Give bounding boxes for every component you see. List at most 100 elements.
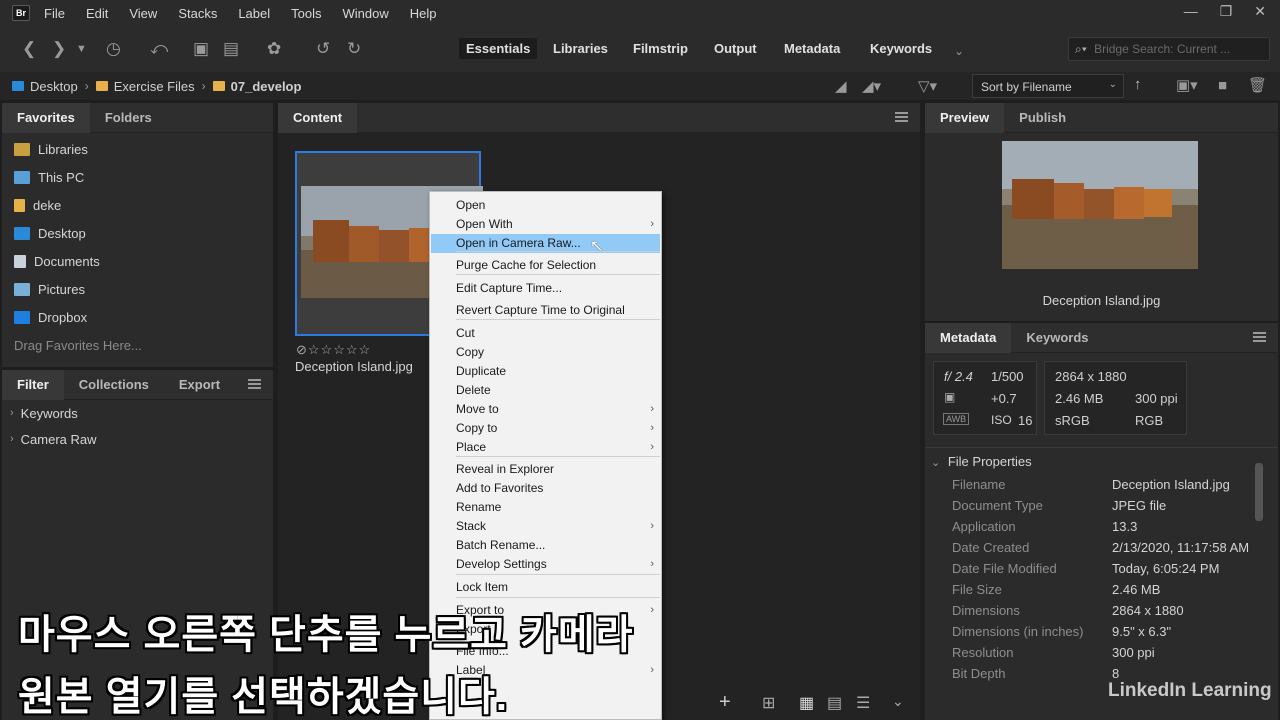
- menu-window[interactable]: Window: [343, 6, 389, 21]
- boomerang-icon[interactable]: ⤺: [150, 39, 168, 59]
- panel-menu-icon[interactable]: [895, 112, 908, 122]
- tab-folders[interactable]: Folders: [90, 103, 167, 133]
- tab-export[interactable]: Export: [164, 370, 235, 400]
- favorites-panel: Favorites Folders Libraries This PC deke…: [2, 102, 273, 367]
- sort-dropdown[interactable]: Sort by Filename ⌄: [972, 74, 1124, 98]
- submenu-arrow-icon: ›: [650, 218, 654, 230]
- menu-stacks[interactable]: Stacks: [178, 6, 217, 21]
- zoom-in-icon[interactable]: +: [719, 691, 731, 714]
- context-menu-item[interactable]: Copy: [431, 343, 660, 362]
- context-menu-item[interactable]: Move to ›: [431, 400, 660, 419]
- tab-keywords[interactable]: Keywords: [1011, 323, 1103, 353]
- breadcrumb-07-develop[interactable]: 07_develop: [212, 79, 301, 94]
- file-properties-header[interactable]: ⌄ File Properties: [931, 454, 1032, 469]
- context-menu-item[interactable]: Reveal in Explorer: [431, 460, 660, 479]
- favorite-libraries[interactable]: Libraries: [2, 135, 273, 163]
- tab-content[interactable]: Content: [278, 102, 358, 133]
- favorite-documents[interactable]: Documents: [2, 247, 273, 275]
- tab-favorites[interactable]: Favorites: [2, 102, 90, 133]
- context-menu-item[interactable]: Edit Capture Time...: [431, 279, 660, 298]
- panel-menu-icon[interactable]: [248, 379, 261, 389]
- restore-icon[interactable]: ❐: [1220, 3, 1233, 20]
- tab-collections[interactable]: Collections: [64, 370, 164, 400]
- tab-publish[interactable]: Publish: [1004, 103, 1081, 133]
- panel-menu-icon[interactable]: [1253, 332, 1266, 342]
- context-menu-item[interactable]: Stack ›: [431, 517, 660, 536]
- context-menu-separator: [456, 456, 660, 457]
- favorite-dropbox[interactable]: Dropbox: [2, 303, 273, 331]
- submenu-arrow-icon: ›: [650, 664, 654, 676]
- thumbnail-quality-icon[interactable]: ◢▾: [862, 77, 881, 95]
- tab-filter[interactable]: Filter: [2, 369, 64, 400]
- menu-help[interactable]: Help: [410, 6, 437, 21]
- refine-icon[interactable]: ▤: [223, 39, 239, 59]
- workspace-libraries[interactable]: Libraries: [553, 41, 608, 56]
- favorite-pictures[interactable]: Pictures: [2, 275, 273, 303]
- tab-preview[interactable]: Preview: [925, 102, 1005, 133]
- property-value: 300 ppi: [1112, 645, 1155, 660]
- filter-keywords[interactable]: › Keywords: [2, 400, 273, 426]
- new-folder-icon[interactable]: ■: [1218, 77, 1227, 94]
- open-recent-folder-icon[interactable]: ▣▾: [1176, 76, 1198, 94]
- breadcrumb-exercise-files[interactable]: Exercise Files: [95, 79, 195, 94]
- favorite-this-pc[interactable]: This PC: [2, 163, 273, 191]
- menu-edit[interactable]: Edit: [86, 6, 108, 21]
- delete-icon[interactable]: 🗑: [1248, 76, 1267, 94]
- context-menu-item[interactable]: Develop Settings ›: [431, 555, 660, 574]
- context-menu-item[interactable]: Copy to ›: [431, 419, 660, 438]
- preview-panel: Preview Publish Deception Island.jpg: [925, 102, 1278, 321]
- sort-direction-icon[interactable]: ↑: [1134, 76, 1142, 93]
- rotate-left-icon[interactable]: ↺: [316, 39, 330, 59]
- back-icon[interactable]: ❮: [22, 39, 36, 59]
- context-menu-item[interactable]: Lock Item: [431, 578, 660, 597]
- workspace-output[interactable]: Output: [714, 41, 757, 56]
- context-menu-separator: [456, 319, 660, 320]
- filter-icon[interactable]: ▽▾: [918, 77, 937, 95]
- workspace-filmstrip[interactable]: Filmstrip: [633, 41, 688, 56]
- context-menu-item[interactable]: Delete: [431, 381, 660, 400]
- quality-icon[interactable]: ◢: [835, 77, 847, 95]
- favorite-desktop[interactable]: Desktop: [2, 219, 273, 247]
- rating-stars[interactable]: ⊘☆☆☆☆☆: [296, 342, 371, 358]
- chevron-down-icon[interactable]: ▼: [76, 39, 87, 59]
- context-menu-item[interactable]: Place ›: [431, 438, 660, 457]
- context-menu-item[interactable]: Open: [431, 196, 660, 215]
- context-menu-item[interactable]: Rename: [431, 498, 660, 517]
- context-menu-item-label: Place: [456, 440, 487, 454]
- thumbnail-view-icon[interactable]: ▦: [799, 693, 814, 713]
- context-menu-item[interactable]: Duplicate: [431, 362, 660, 381]
- workspace-metadata[interactable]: Metadata: [784, 41, 840, 56]
- list-view-icon[interactable]: ☰: [856, 693, 870, 713]
- workspace-more-chevron-icon[interactable]: ⌄: [954, 41, 964, 61]
- minimize-icon[interactable]: —: [1184, 3, 1198, 20]
- details-view-icon[interactable]: ▤: [827, 693, 842, 713]
- close-icon[interactable]: ✕: [1254, 3, 1266, 20]
- context-menu-item[interactable]: Open With ›: [431, 215, 660, 234]
- context-menu-item-label: Rename: [456, 500, 502, 514]
- context-menu-item[interactable]: Add to Favorites: [431, 479, 660, 498]
- favorite-deke[interactable]: deke: [2, 191, 273, 219]
- recent-history-icon[interactable]: ◷: [106, 39, 121, 59]
- camera-icon[interactable]: ▣: [193, 39, 209, 59]
- workspace-essentials[interactable]: Essentials: [459, 38, 538, 59]
- chevron-down-icon[interactable]: ⌄: [892, 693, 904, 710]
- tab-metadata[interactable]: Metadata: [925, 322, 1012, 353]
- grid-view-icon[interactable]: ⊞: [762, 693, 775, 713]
- forward-icon[interactable]: ❯: [52, 39, 66, 59]
- menu-file[interactable]: File: [44, 6, 65, 21]
- breadcrumb-desktop[interactable]: Desktop: [12, 79, 78, 94]
- menu-label[interactable]: Label: [238, 6, 270, 21]
- workspace-keywords[interactable]: Keywords: [870, 41, 932, 56]
- filter-camera-raw[interactable]: › Camera Raw: [2, 426, 273, 452]
- subtitle-line-1: 마우스 오른쪽 단추를 누르고 카메라: [18, 613, 634, 657]
- open-in-camera-raw-icon[interactable]: ✿: [267, 39, 281, 59]
- menu-tools[interactable]: Tools: [291, 6, 321, 21]
- context-menu-item[interactable]: Revert Capture Time to Original: [431, 301, 660, 320]
- context-menu-item[interactable]: Batch Rename...: [431, 536, 660, 555]
- bridge-search-input[interactable]: ⌕▾ Bridge Search: Current ...: [1068, 37, 1270, 61]
- scrollbar-thumb[interactable]: [1255, 463, 1263, 521]
- rotate-right-icon[interactable]: ↻: [347, 39, 361, 59]
- menu-view[interactable]: View: [129, 6, 157, 21]
- context-menu-item[interactable]: Cut: [431, 324, 660, 343]
- context-menu-item[interactable]: Purge Cache for Selection: [431, 256, 660, 275]
